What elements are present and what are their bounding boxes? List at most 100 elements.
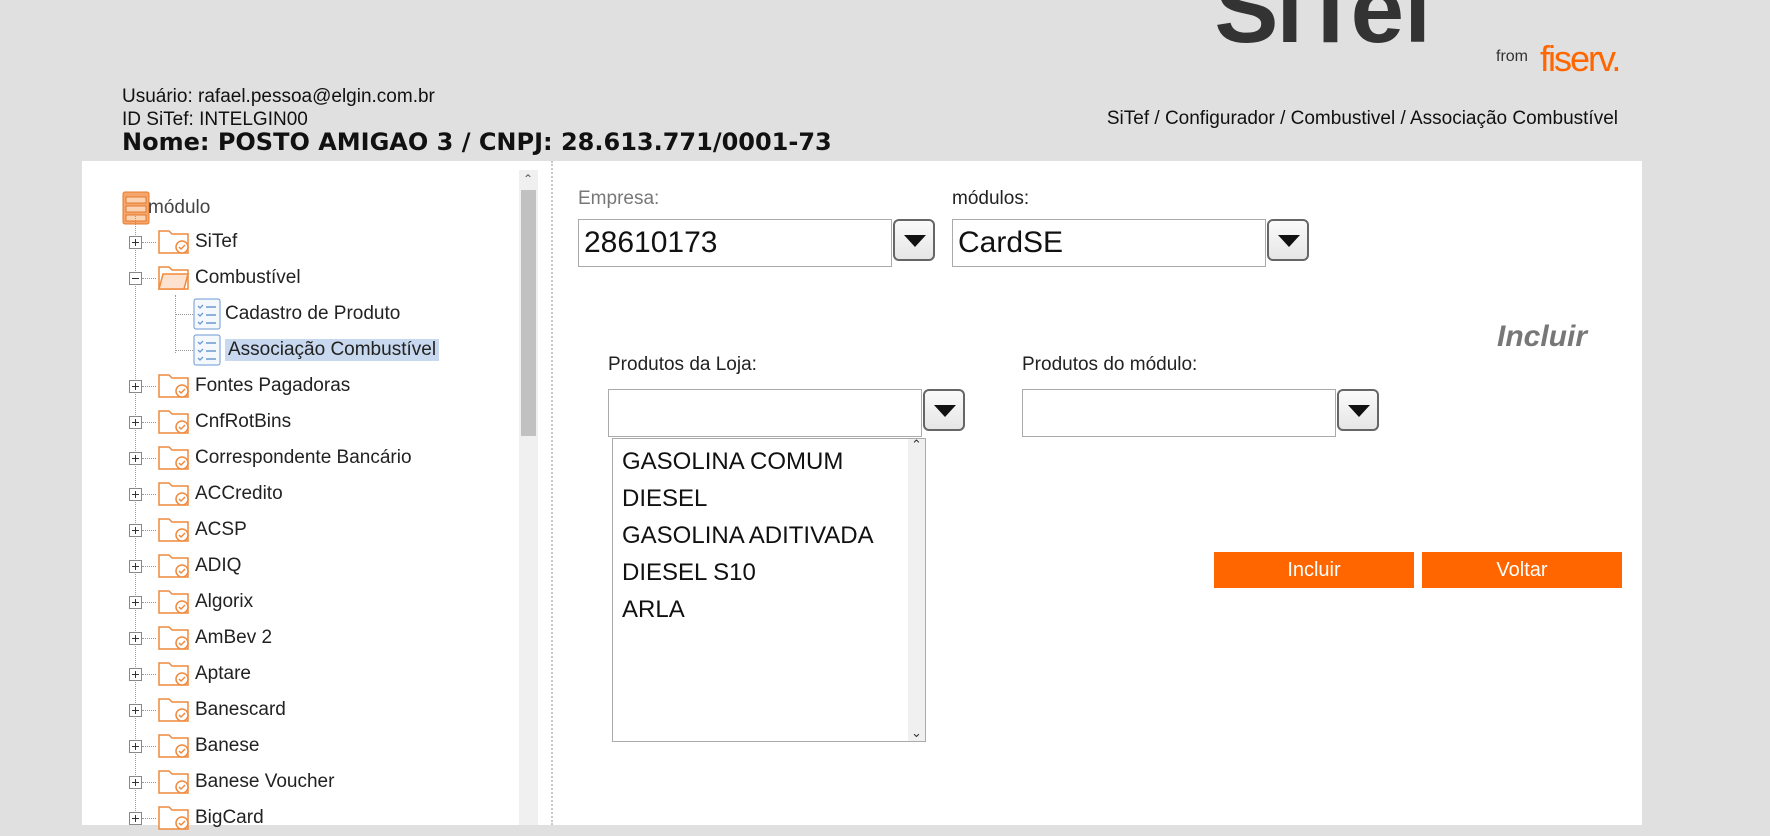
modulos-input[interactable]: CardSE <box>952 219 1266 267</box>
folder-icon <box>157 513 191 543</box>
tree-connector-line <box>142 422 156 423</box>
tree-item-label[interactable]: ADIQ <box>195 555 241 577</box>
tree-connector-line <box>142 674 156 675</box>
produtos-modulo-input[interactable] <box>1022 389 1336 437</box>
expand-plus-icon[interactable] <box>129 704 142 717</box>
user-info: Usuário: rafael.pessoa@elgin.com.br <box>122 86 435 107</box>
collapse-minus-icon[interactable] <box>129 272 142 285</box>
produtos-loja-listbox[interactable]: GASOLINA COMUM DIESEL GASOLINA ADITIVADA DI… <box>612 437 926 742</box>
tree-item-label[interactable]: ACSP <box>195 519 247 541</box>
tree-connector-line <box>142 746 156 747</box>
tree-connector-line <box>142 818 156 819</box>
tree-item-label[interactable]: SiTef <box>195 231 237 253</box>
empresa-input[interactable]: 28610173 <box>578 219 892 267</box>
tree-connector-line <box>175 295 176 353</box>
expand-plus-icon[interactable] <box>129 668 142 681</box>
tree-item-label[interactable]: Correspondente Bancário <box>195 447 412 469</box>
breadcrumb: SiTef / Configurador / Combustivel / Ass… <box>1106 108 1618 129</box>
folder-icon <box>157 693 191 723</box>
tree-connector-line <box>175 314 193 315</box>
tree-item-label[interactable]: ACCredito <box>195 483 283 505</box>
tree-root-label: módulo <box>148 197 211 218</box>
tree-item-label[interactable]: CnfRotBins <box>195 411 291 433</box>
tree-connector-line <box>175 350 193 351</box>
expand-plus-icon[interactable] <box>129 524 142 537</box>
list-item[interactable]: DIESEL <box>622 485 707 513</box>
expand-plus-icon[interactable] <box>129 812 142 825</box>
incluir-section-title: Incluir <box>1497 320 1588 353</box>
document-checklist-icon <box>193 334 227 366</box>
tree-item-label[interactable]: Combustível <box>195 267 301 289</box>
tree-item-label[interactable]: Banescard <box>195 699 286 721</box>
tree-connector-line <box>142 386 156 387</box>
tree-scrollbar[interactable]: ⌃ <box>519 170 538 825</box>
tree-connector-line <box>142 602 156 603</box>
expand-plus-icon[interactable] <box>129 632 142 645</box>
scroll-up-icon[interactable]: ⌃ <box>911 437 922 453</box>
voltar-button[interactable]: Voltar <box>1422 552 1622 588</box>
incluir-button[interactable]: Incluir <box>1214 552 1414 588</box>
expand-plus-icon[interactable] <box>129 236 142 249</box>
fiserv-logo: fiserv. <box>1540 38 1621 79</box>
tree-item-label[interactable]: Banese Voucher <box>195 771 334 793</box>
list-item[interactable]: ARLA <box>622 596 685 624</box>
tree-connector-line <box>142 242 156 243</box>
folder-icon <box>157 729 191 759</box>
tree-item-label[interactable]: Aptare <box>195 663 251 685</box>
expand-plus-icon[interactable] <box>129 380 142 393</box>
expand-plus-icon[interactable] <box>129 596 142 609</box>
expand-plus-icon[interactable] <box>129 416 142 429</box>
expand-plus-icon[interactable] <box>129 740 142 753</box>
tree-item-label[interactable]: Algorix <box>195 591 253 613</box>
sitef-logo: SiTef <box>1214 0 1434 63</box>
module-root-icon <box>122 191 150 225</box>
scroll-down-icon[interactable]: ⌄ <box>911 725 922 741</box>
empresa-label: Empresa: <box>578 188 660 209</box>
list-item[interactable]: GASOLINA COMUM <box>622 448 843 476</box>
empresa-dropdown-button[interactable] <box>893 219 935 261</box>
folder-open-icon <box>157 261 191 291</box>
folder-icon <box>157 621 191 651</box>
produtos-modulo-dropdown-button[interactable] <box>1337 389 1379 431</box>
list-item[interactable]: DIESEL S10 <box>622 559 756 587</box>
expand-plus-icon[interactable] <box>129 776 142 789</box>
modulos-dropdown-button[interactable] <box>1267 219 1309 261</box>
expand-plus-icon[interactable] <box>129 560 142 573</box>
tree-connector-line <box>135 214 136 825</box>
produtos-loja-dropdown-button[interactable] <box>923 389 965 431</box>
folder-icon <box>157 765 191 795</box>
tree-item-label-selected[interactable]: Associação Combustível <box>225 339 440 361</box>
tree-connector-line <box>142 278 156 279</box>
document-checklist-icon <box>193 298 227 330</box>
tree-connector-line <box>142 782 156 783</box>
panel-divider <box>551 161 553 825</box>
list-item[interactable]: GASOLINA ADITIVADA <box>622 522 874 550</box>
tree-connector-line <box>142 494 156 495</box>
listbox-scrollbar[interactable]: ⌃ ⌄ <box>908 437 925 741</box>
company-name: Nome: POSTO AMIGAO 3 / CNPJ: 28.613.771/… <box>122 128 832 156</box>
folder-icon <box>157 369 191 399</box>
tree-connector-line <box>142 458 156 459</box>
tree-item-label[interactable]: Banese <box>195 735 259 757</box>
modulos-label: módulos: <box>952 188 1030 209</box>
tree-item-label[interactable]: Fontes Pagadoras <box>195 375 350 397</box>
tree-item-label[interactable]: AmBev 2 <box>195 627 272 649</box>
folder-icon <box>157 225 191 255</box>
folder-icon <box>157 801 191 831</box>
produtos-loja-label: Produtos da Loja: <box>608 354 757 375</box>
produtos-modulo-label: Produtos do módulo: <box>1022 354 1198 375</box>
tree-item-label[interactable]: Cadastro de Produto <box>225 303 400 325</box>
produtos-loja-input[interactable] <box>608 389 922 437</box>
tree-connector-line <box>142 710 156 711</box>
folder-icon <box>157 405 191 435</box>
folder-icon <box>157 585 191 615</box>
logo-from-text: from <box>1496 48 1528 65</box>
tree-scrollbar-thumb[interactable] <box>521 190 536 436</box>
tree-item-label[interactable]: BigCard <box>195 807 264 829</box>
expand-plus-icon[interactable] <box>129 488 142 501</box>
tree-connector-line <box>142 530 156 531</box>
folder-icon <box>157 441 191 471</box>
scroll-up-icon[interactable]: ⌃ <box>523 172 533 186</box>
folder-icon <box>157 657 191 687</box>
expand-plus-icon[interactable] <box>129 452 142 465</box>
